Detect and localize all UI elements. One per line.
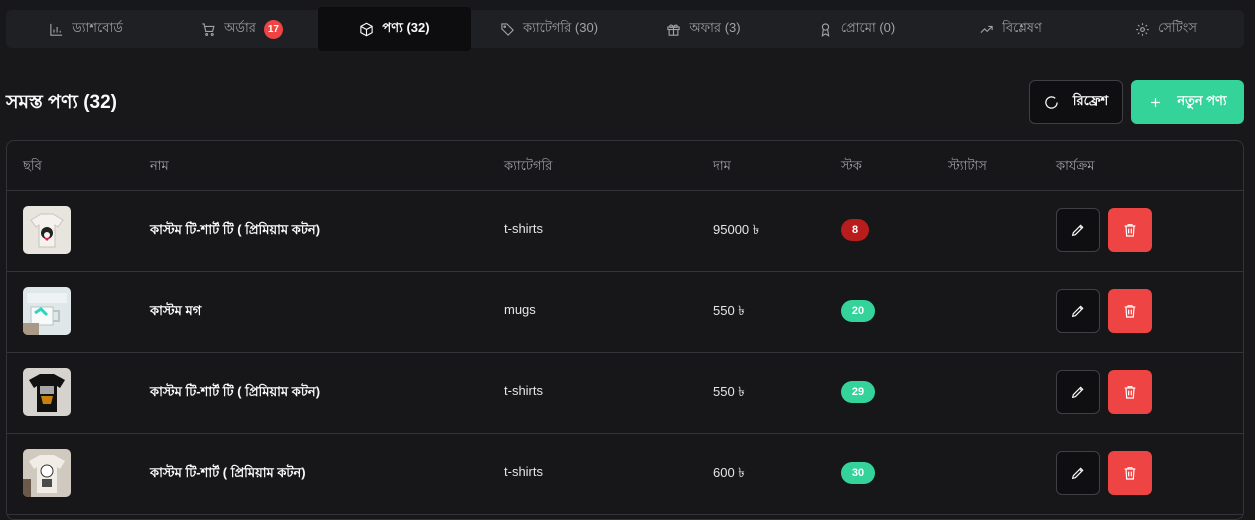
trending-up-icon	[980, 25, 993, 33]
stock-badge: 30	[841, 462, 875, 484]
product-price: 550 ৳	[713, 303, 745, 318]
product-category: mugs	[504, 302, 536, 317]
column-header-stock: স্টক	[841, 158, 862, 173]
edit-button[interactable]	[1056, 289, 1100, 333]
tab-products[interactable]: পণ্য (32)	[318, 7, 471, 51]
edit-button[interactable]	[1056, 370, 1100, 414]
trash-icon	[1124, 224, 1136, 237]
column-header-price: দাম	[713, 158, 731, 173]
column-header-category: ক্যাটেগরি	[504, 158, 553, 173]
new-product-button[interactable]: নতুন পণ্য	[1131, 80, 1244, 124]
product-thumbnail	[23, 206, 71, 254]
refresh-button[interactable]: রিফ্রেশ	[1029, 80, 1123, 124]
table-row: কাস্টম টি-শার্ট টি ( প্রিমিয়াম কটন) t-s…	[7, 190, 1243, 272]
column-header-status: স্ট্যাটাস	[948, 158, 987, 173]
product-category: t-shirts	[504, 464, 543, 479]
product-category: t-shirts	[504, 221, 543, 236]
refresh-label: রিফ্রেশ	[1072, 92, 1109, 108]
product-thumbnail	[23, 287, 71, 335]
award-icon	[821, 22, 830, 37]
product-name: কাস্টম মগ	[150, 303, 202, 318]
product-thumbnail	[23, 368, 71, 416]
delete-button[interactable]	[1108, 289, 1152, 333]
pencil-icon	[1071, 386, 1084, 399]
box-icon	[360, 22, 374, 36]
gift-icon	[667, 23, 681, 36]
product-price: 600 ৳	[713, 465, 745, 480]
product-name: কাস্টম টি-শার্ট টি ( প্রিমিয়াম কটন)	[150, 384, 321, 399]
table-row: কাস্টম টি-শার্ট টি ( প্রিমিয়াম কটন) t-s…	[7, 352, 1243, 434]
product-category: t-shirts	[504, 383, 543, 398]
stock-badge: 8	[841, 219, 869, 241]
tab-offers[interactable]: অফার (3)	[627, 7, 780, 51]
tab-dashboard[interactable]: ড্যাশবোর্ড	[6, 7, 166, 51]
table-row: কাস্টম টি-শার্ট ( প্রিমিয়াম কটন) t-shir…	[7, 433, 1243, 515]
tab-label: প্রোমো (0)	[840, 19, 896, 35]
tab-settings[interactable]: সেটিংস	[1088, 7, 1244, 51]
tab-label: সেটিংস	[1158, 19, 1197, 35]
nav-tabs: ড্যাশবোর্ড অর্ডার 17 পণ্য (32) ক্যাটেগরি…	[6, 7, 1244, 51]
delete-button[interactable]	[1108, 208, 1152, 252]
pencil-icon	[1071, 305, 1084, 318]
tab-label: পণ্য (32)	[382, 19, 430, 35]
order-count-badge: 17	[263, 19, 283, 39]
bar-chart-icon	[50, 23, 63, 36]
tab-label: বিশ্লেষণ	[1002, 19, 1042, 35]
product-price: 95000 ৳	[713, 222, 760, 237]
edit-button[interactable]	[1056, 451, 1100, 495]
trash-icon	[1124, 386, 1136, 399]
plus-icon	[1151, 97, 1161, 107]
pencil-icon	[1071, 467, 1084, 480]
column-header-image: ছবি	[23, 158, 42, 173]
tab-label: অর্ডার	[224, 19, 256, 35]
tag-icon	[501, 22, 514, 36]
trash-icon	[1124, 305, 1136, 318]
table-row: কাস্টম মগ mugs 550 ৳ 20	[7, 271, 1243, 353]
tab-label: অফার (3)	[689, 19, 741, 35]
tab-promo[interactable]: প্রোমো (0)	[780, 7, 933, 51]
tab-orders[interactable]: অর্ডার 17	[166, 7, 318, 51]
new-product-label: নতুন পণ্য	[1177, 92, 1227, 108]
product-name: কাস্টম টি-শার্ট টি ( প্রিমিয়াম কটন)	[150, 222, 321, 237]
page-title: সমস্ত পণ্য (32)	[6, 92, 118, 113]
product-name: কাস্টম টি-শার্ট ( প্রিমিয়াম কটন)	[150, 465, 306, 480]
delete-button[interactable]	[1108, 370, 1152, 414]
stock-badge: 20	[841, 300, 875, 322]
edit-button[interactable]	[1056, 208, 1100, 252]
products-table: ছবি নাম ক্যাটেগরি দাম স্টক স্ট্যাটাস কার…	[6, 140, 1244, 520]
cart-icon	[202, 22, 215, 36]
column-header-actions: কার্যক্রম	[1056, 158, 1095, 173]
trash-icon	[1124, 467, 1136, 480]
column-header-name: নাম	[150, 158, 169, 173]
tab-categories[interactable]: ক্যাটেগরি (30)	[471, 7, 627, 51]
table-header: ছবি নাম ক্যাটেগরি দাম স্টক স্ট্যাটাস কার…	[7, 141, 1243, 191]
tab-analytics[interactable]: বিশ্লেষণ	[933, 7, 1088, 51]
product-thumbnail	[23, 449, 71, 497]
stock-badge: 29	[841, 381, 875, 403]
tab-label: ড্যাশবোর্ড	[72, 19, 123, 35]
delete-button[interactable]	[1108, 451, 1152, 495]
pencil-icon	[1071, 224, 1084, 237]
refresh-icon	[1045, 95, 1058, 109]
gear-icon	[1136, 22, 1149, 36]
tab-label: ক্যাটেগরি (30)	[522, 19, 599, 35]
product-price: 550 ৳	[713, 384, 745, 399]
